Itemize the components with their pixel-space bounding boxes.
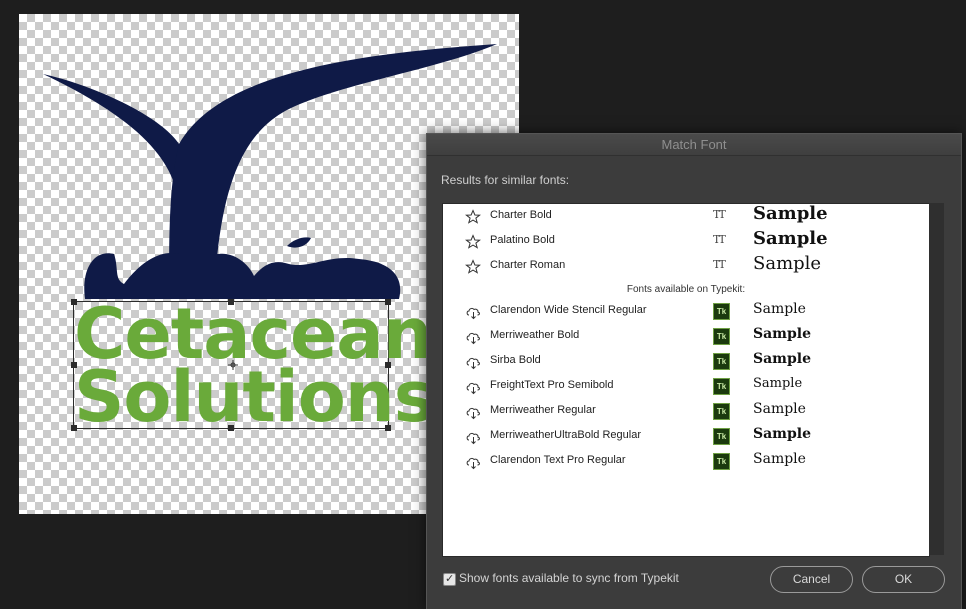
resize-handle-top[interactable] [228,299,234,305]
logo-text-line-2: Solutions [74,356,435,438]
results-label: Results for similar fonts: [441,173,570,187]
font-name: MerriweatherUltraBold Regular [490,429,642,441]
resize-handle-top-right[interactable] [385,299,391,305]
font-sample: Sample [753,426,812,442]
typekit-icon: Tk [713,378,730,395]
font-row-merriweatherultrabold-regular[interactable]: MerriweatherUltraBold Regular Tk Sample [443,424,929,449]
font-row-palatino-bold[interactable]: Palatino Bold TT Sample [443,228,929,254]
font-row-charter-bold[interactable]: Charter Bold TT Sample [443,203,929,229]
font-sample: Sample [753,228,828,249]
font-name: Sirba Bold [490,354,541,366]
typekit-icon: Tk [713,453,730,470]
font-row-freighttext-pro-semibold[interactable]: FreightText Pro Semibold Tk Sample [443,374,929,399]
cloud-download-icon[interactable] [465,429,481,445]
dialog-footer: ✓ Show fonts available to sync from Type… [427,559,961,609]
font-row-clarendon-text-pro-regular[interactable]: Clarendon Text Pro Regular Tk Sample [443,449,929,474]
font-name: Charter Roman [490,259,566,271]
font-results-list[interactable]: Charter Bold TT Sample Palatino Bold TT … [442,203,930,557]
show-typekit-checkbox[interactable]: ✓ [443,573,456,586]
font-name: Charter Bold [490,209,552,221]
font-sample: Sample [753,253,822,274]
resize-handle-bottom-left[interactable] [71,425,77,431]
checkmark-icon: ✓ [445,573,455,585]
font-sample: Sample [753,376,803,391]
match-font-dialog: Match Font Results for similar fonts: Ch… [426,133,962,609]
truetype-icon: TT [713,208,726,221]
typekit-section-header: Fonts available on Typekit: [626,284,746,295]
text-layer-bounding-box[interactable]: Cetacean Solutions [71,299,435,438]
truetype-icon: TT [713,258,726,271]
list-scrollbar[interactable] [929,203,944,555]
star-icon[interactable] [465,259,481,275]
font-row-clarendon-wide-stencil[interactable]: Clarendon Wide Stencil Regular Tk Sample [443,299,929,324]
font-sample: Sample [753,451,806,467]
typekit-icon: Tk [713,403,730,420]
font-row-merriweather-regular[interactable]: Merriweather Regular Tk Sample [443,399,929,424]
cloud-download-icon[interactable] [465,329,481,345]
typekit-icon: Tk [713,328,730,345]
font-row-merriweather-bold[interactable]: Merriweather Bold Tk Sample [443,324,929,349]
font-name: Palatino Bold [490,234,555,246]
typekit-icon: Tk [713,353,730,370]
typekit-icon: Tk [713,428,730,445]
resize-handle-top-left[interactable] [71,299,77,305]
resize-handle-left[interactable] [71,362,77,368]
font-name: Merriweather Regular [490,404,596,416]
font-sample: Sample [753,351,812,367]
resize-handle-bottom[interactable] [228,425,234,431]
font-name: Clarendon Wide Stencil Regular [490,304,647,316]
font-sample: Sample [753,203,828,224]
star-icon[interactable] [465,209,481,225]
resize-handle-bottom-right[interactable] [385,425,391,431]
resize-handle-right[interactable] [385,362,391,368]
cloud-download-icon[interactable] [465,404,481,420]
font-name: Clarendon Text Pro Regular [490,454,626,466]
crosshair-cursor-icon [228,360,238,370]
font-row-sirba-bold[interactable]: Sirba Bold Tk Sample [443,349,929,374]
cloud-download-icon[interactable] [465,354,481,370]
ok-button[interactable]: OK [862,566,945,593]
cloud-download-icon[interactable] [465,379,481,395]
cloud-download-icon[interactable] [465,454,481,470]
dialog-title: Match Font [427,134,961,156]
truetype-icon: TT [713,233,726,246]
typekit-icon: Tk [713,303,730,320]
cloud-download-icon[interactable] [465,304,481,320]
star-icon[interactable] [465,234,481,250]
font-row-charter-roman[interactable]: Charter Roman TT Sample [443,253,929,279]
font-sample: Sample [753,301,806,317]
font-sample: Sample [753,401,806,417]
cancel-button[interactable]: Cancel [770,566,853,593]
font-name: FreightText Pro Semibold [490,379,614,391]
show-typekit-label[interactable]: Show fonts available to sync from Typeki… [459,571,679,585]
font-name: Merriweather Bold [490,329,580,341]
font-sample: Sample [753,326,812,342]
